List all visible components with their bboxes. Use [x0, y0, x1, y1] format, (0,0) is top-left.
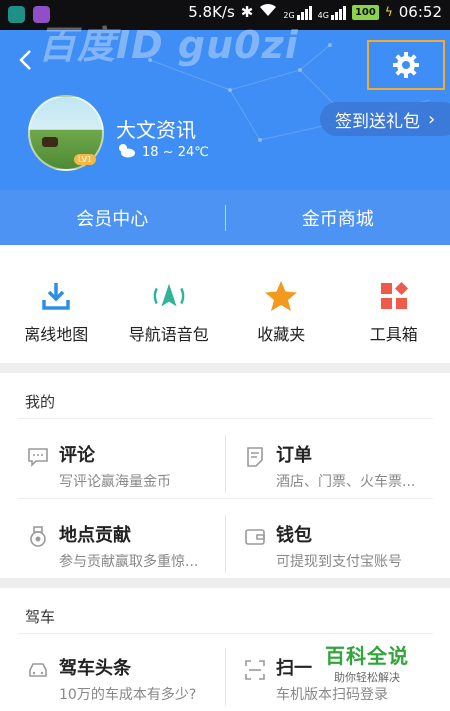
download-icon — [39, 279, 73, 313]
navigation-voice-icon — [152, 279, 186, 313]
favorites-button[interactable]: 收藏夹 — [225, 245, 338, 363]
divider — [18, 633, 433, 634]
tool-label: 收藏夹 — [257, 325, 306, 344]
item-title: 评论 — [59, 445, 95, 466]
tool-label: 工具箱 — [369, 325, 418, 344]
item-title: 订单 — [276, 445, 312, 466]
offline-map-button[interactable]: 离线地图 — [0, 245, 113, 363]
divider — [225, 435, 226, 493]
wallet-item[interactable]: 钱包 可提现到支付宝账号 — [244, 521, 449, 591]
temperature: 18 ~ 24℃ — [142, 144, 209, 160]
brand-slogan: 助你轻松解决 — [334, 671, 400, 684]
coin-mall-button[interactable]: 金币商城 — [226, 205, 450, 231]
voice-pack-button[interactable]: 导航语音包 — [113, 245, 226, 363]
brand-watermark: 百科全说 助你轻松解决 — [325, 640, 409, 685]
item-title: 驾车头条 — [59, 658, 131, 679]
order-item[interactable]: 订单 酒店、门票、火车票... — [244, 441, 449, 511]
divider — [18, 418, 433, 419]
profile-header: LV1 大文资讯 18 ~ 24℃ 签到送礼包 › — [0, 30, 450, 190]
gear-icon — [393, 52, 419, 78]
charging-icon: ϟ — [384, 5, 393, 19]
item-title: 地点贡献 — [59, 525, 131, 546]
wifi-icon — [259, 3, 277, 21]
avatar-image — [42, 137, 58, 147]
item-subtitle: 车机版本扫码登录 — [276, 687, 388, 703]
tool-grid: 离线地图 导航语音包 收藏夹 工具箱 — [0, 245, 450, 363]
brand-name: 百科全说 — [325, 644, 409, 668]
app-notification-icon — [33, 6, 50, 23]
scan-icon — [244, 659, 266, 681]
toolbox-icon — [377, 279, 411, 313]
signin-label: 签到送礼包 — [335, 111, 420, 132]
comment-icon — [27, 446, 49, 468]
clock: 06:52 — [398, 3, 442, 21]
car-icon — [27, 659, 49, 681]
divider — [225, 648, 226, 706]
place-contribution-item[interactable]: 地点贡献 参与贡献赢取多重惊... — [27, 521, 232, 591]
item-subtitle: 酒店、门票、火车票... — [276, 474, 416, 490]
item-title: 钱包 — [276, 525, 312, 546]
status-bar: 5.8K/s ✱ 2G 4G 100 ϟ 06:52 — [0, 0, 450, 30]
divider — [225, 515, 226, 573]
member-bar: 会员中心 金币商城 — [0, 190, 450, 245]
member-center-button[interactable]: 会员中心 — [0, 205, 225, 231]
back-icon[interactable] — [14, 48, 38, 72]
chevron-right-icon: › — [428, 108, 436, 130]
weather-info: 18 ~ 24℃ — [116, 142, 209, 162]
settings-button[interactable] — [367, 40, 445, 90]
medal-icon — [27, 526, 49, 548]
item-subtitle: 参与贡献赢取多重惊... — [59, 554, 199, 570]
mine-section: 我的 评论 写评论赢海量金币 订单 酒店、门票、火车票... 地点贡献 参与贡献… — [0, 373, 450, 578]
order-icon — [244, 446, 266, 468]
signin-gift-button[interactable]: 签到送礼包 › — [320, 102, 450, 136]
battery-icon: 100 — [351, 4, 379, 20]
bluetooth-icon: ✱ — [240, 3, 254, 21]
level-badge: LV1 — [74, 154, 97, 165]
signal-4g-icon: 4G — [318, 4, 346, 20]
signal-2g-icon: 2G — [283, 4, 312, 20]
toolbox-button[interactable]: 工具箱 — [338, 245, 450, 363]
comment-item[interactable]: 评论 写评论赢海量金币 — [27, 441, 232, 511]
driving-headline-item[interactable]: 驾车头条 10万的车成本有多少? — [27, 654, 232, 711]
partly-cloudy-icon — [116, 142, 136, 162]
tool-label: 离线地图 — [24, 325, 89, 344]
star-icon — [264, 279, 298, 313]
divider — [18, 498, 433, 499]
network-type: 2G — [283, 11, 295, 20]
item-subtitle: 写评论赢海量金币 — [59, 474, 171, 490]
network-speed: 5.8K/s — [188, 3, 235, 21]
item-title: 扫一 — [276, 658, 312, 679]
item-subtitle: 可提现到支付宝账号 — [276, 554, 402, 570]
user-name: 大文资讯 — [116, 118, 196, 142]
network-type: 4G — [317, 11, 329, 20]
tool-label: 导航语音包 — [128, 325, 209, 344]
wallet-icon — [244, 526, 266, 548]
app-notification-icon — [8, 6, 25, 23]
item-subtitle: 10万的车成本有多少? — [59, 687, 197, 703]
